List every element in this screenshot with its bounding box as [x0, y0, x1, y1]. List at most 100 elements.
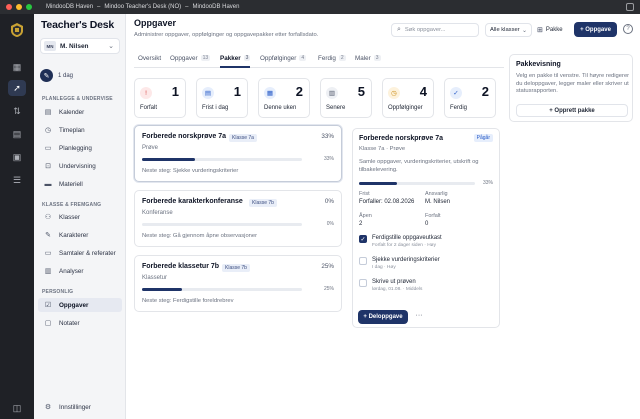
- checklist-item[interactable]: Skrive ut prøven lørdag, 01.08. · Middel…: [359, 279, 493, 297]
- package-view-description: Velg en pakke til venstre. Til høyre red…: [516, 73, 630, 94]
- tab-label: Oppgaver: [170, 55, 198, 62]
- detail-ansvarlig: Ansvarlig M. Nilsen: [425, 191, 450, 205]
- tab-label: Ferdig: [318, 55, 336, 62]
- checkbox[interactable]: [359, 257, 367, 265]
- streak-icon: ✎: [40, 69, 53, 82]
- create-package-label: Opprett pakke: [554, 107, 595, 114]
- class-select[interactable]: Alle klasser ⌄: [485, 23, 532, 37]
- add-subtask-button[interactable]: + Deloppgave: [358, 310, 408, 324]
- tab-label: Pakker: [220, 55, 241, 62]
- package-type: Konferanse: [142, 210, 173, 216]
- stat-card-forfalt[interactable]: ! 1 Forfalt: [134, 78, 186, 118]
- new-task-button[interactable]: + Oppgave: [574, 22, 617, 37]
- checklist-item[interactable]: Sjekke vurderingskriterier I dag · Høy: [359, 257, 493, 275]
- sidebar-item-analyser[interactable]: ▥ Analyser: [38, 264, 122, 278]
- tab-bar: Oversikt Oppgaver 13 Pakker 3 Oppfølginger…: [134, 52, 504, 68]
- dashboard-icon[interactable]: ▦: [11, 61, 23, 73]
- package-view-title: Pakkevisning: [516, 61, 561, 68]
- database-icon[interactable]: ▣: [11, 151, 23, 163]
- package-percent: 0%: [324, 198, 334, 205]
- class-badge: Klasse 7b: [222, 264, 250, 272]
- stat-label: Frist i dag: [202, 105, 229, 111]
- sidebar-item-innstillinger[interactable]: ⚙ Innstillinger: [38, 400, 91, 414]
- progress-bar: [142, 223, 302, 226]
- sliders-icon[interactable]: ☰: [11, 174, 23, 186]
- maximize-window-button[interactable]: [26, 4, 32, 10]
- tab-count: 13: [200, 55, 211, 61]
- user-switcher[interactable]: MN M. Nilsen ⌄: [40, 38, 120, 54]
- package-card[interactable]: Forberede klassetur 7b Klasse 7b 25% Kla…: [134, 255, 342, 312]
- sidebar-item-oppgaver[interactable]: ☑ Oppgaver: [38, 298, 122, 312]
- window-controls: [6, 4, 32, 10]
- close-window-button[interactable]: [6, 4, 12, 10]
- detail-forfalt: Forfalt 0: [425, 213, 441, 227]
- sync-icon[interactable]: ⇅: [11, 105, 23, 117]
- section-heading-class: KLASSE & FREMGANG: [42, 202, 102, 208]
- tab-oppfolginger[interactable]: Oppfølginger 4: [260, 55, 307, 68]
- class-icon: ⚇: [44, 214, 52, 221]
- calendar-icon[interactable]: ▤: [11, 128, 23, 140]
- tab-maler[interactable]: Maler 3: [355, 55, 381, 68]
- alert-icon: !: [140, 87, 152, 99]
- sidebar-item-label: Timeplan: [59, 126, 85, 134]
- sidebar-item-label: Samtaler & referater: [59, 249, 116, 257]
- package-view-panel: Pakkevisning Velg en pakke til venstre. …: [509, 54, 633, 122]
- sidebar-item-undervisning[interactable]: ⊡ Undervisning: [38, 159, 122, 173]
- checklist-meta: Forfalt for 2 dager siden · Høy: [372, 243, 436, 248]
- checklist-item[interactable]: ✓ Ferdigstille oppgaveutkast Forfalt for…: [359, 235, 493, 253]
- titlebar-separator: –: [97, 4, 101, 10]
- panel-toggle-icon[interactable]: ◫: [11, 402, 23, 414]
- forfalt-label: Forfalt: [425, 213, 441, 219]
- stat-label: Forfalt: [140, 105, 158, 111]
- tab-ferdig[interactable]: Ferdig 2: [318, 55, 346, 68]
- package-card[interactable]: Forberede karakterkonferanse Klasse 7b 0…: [134, 190, 342, 247]
- stat-label: Ferdig: [450, 105, 468, 111]
- stat-card-oppfolginger[interactable]: ◷ 4 Oppfølginger: [382, 78, 434, 118]
- search-box[interactable]: ⌕: [391, 23, 479, 37]
- detail-description: Samle oppgaver, vurderingskriterier, uts…: [359, 159, 479, 173]
- package-card[interactable]: Forberede norskprøve 7a Klasse 7a 33% Pr…: [134, 125, 342, 182]
- create-package-button[interactable]: + Opprett pakke: [516, 104, 628, 117]
- add-subtask-label: Deloppgave: [368, 314, 403, 320]
- detail-title: Forberede norskprøve 7a: [359, 135, 444, 142]
- progress-percent: 0%: [326, 221, 334, 227]
- more-options-button[interactable]: ···: [412, 312, 426, 322]
- minimize-window-button[interactable]: [16, 4, 22, 10]
- checkbox-checked[interactable]: ✓: [359, 235, 367, 243]
- sidebar-item-kalender[interactable]: ▤ Kalender: [38, 105, 122, 119]
- progress-fill: [142, 158, 195, 161]
- sidebar-item-karakterer[interactable]: ✎ Karakterer: [38, 228, 122, 242]
- title-bar: MindooDB Haven – Mindoo Teacher's Desk (…: [0, 0, 640, 14]
- progress-percent: 33%: [482, 180, 493, 186]
- checklist-meta: lørdag, 01.08. · Middels: [372, 287, 423, 292]
- new-package-button[interactable]: ⊞ Pakke: [537, 23, 563, 37]
- chevron-down-icon: ⌄: [108, 43, 114, 50]
- help-button[interactable]: ?: [623, 24, 633, 34]
- tab-pakker[interactable]: Pakker 3: [220, 55, 251, 68]
- stat-card-senere[interactable]: ▥ 5 Senere: [320, 78, 372, 118]
- search-input[interactable]: [404, 27, 475, 33]
- checkbox[interactable]: [359, 279, 367, 287]
- gear-icon: ⚙: [44, 404, 52, 411]
- fullscreen-icon[interactable]: [626, 3, 634, 11]
- calendar-icon: ▤: [202, 87, 214, 99]
- calendar-icon: ▤: [44, 109, 52, 116]
- sidebar-item-samtaler[interactable]: ▭ Samtaler & referater: [38, 246, 122, 260]
- calendar-week-icon: ▦: [264, 87, 276, 99]
- stat-value: 1: [233, 84, 241, 99]
- sidebar-item-klasser[interactable]: ⚇ Klasser: [38, 210, 122, 224]
- stat-card-denne-uken[interactable]: ▦ 2 Denne uken: [258, 78, 310, 118]
- sidebar-item-materiell[interactable]: ▬ Materiell: [38, 177, 122, 191]
- sidebar-item-planlegging[interactable]: ▭ Planlegging: [38, 141, 122, 155]
- stat-card-frist-i-dag[interactable]: ▤ 1 Frist i dag: [196, 78, 248, 118]
- sidebar-item-timeplan[interactable]: ◷ Timeplan: [38, 123, 122, 137]
- chart-icon: ▥: [44, 268, 52, 275]
- stat-card-ferdig[interactable]: ✓ 2 Ferdig: [444, 78, 496, 118]
- tab-oppgaver[interactable]: Oppgaver 13: [170, 55, 211, 68]
- streak-indicator[interactable]: ✎ 1 dag: [40, 69, 73, 82]
- progress-bar: [359, 182, 475, 185]
- apen-value: 2: [359, 221, 363, 227]
- sidebar-item-notater[interactable]: ▢ Notater: [38, 316, 122, 330]
- tab-oversikt[interactable]: Oversikt: [138, 55, 161, 68]
- rocket-icon[interactable]: ➚: [8, 80, 26, 96]
